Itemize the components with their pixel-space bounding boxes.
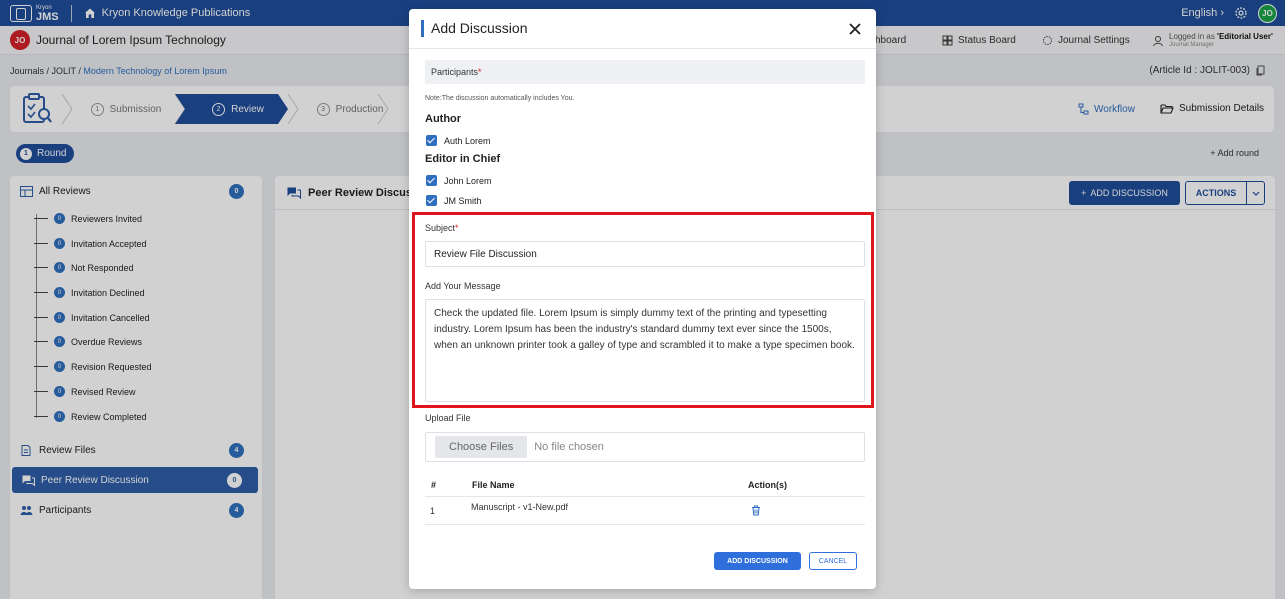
- submit-add-discussion-button[interactable]: ADD DISCUSSION: [714, 552, 801, 570]
- subject-label: Subject*: [425, 223, 459, 233]
- participant-checkbox-john-lorem[interactable]: John Lorem: [426, 175, 492, 186]
- participants-label: Participants: [431, 67, 479, 77]
- group-author-title: Author: [425, 113, 462, 125]
- no-file-text: No file chosen: [534, 441, 604, 453]
- participant-checkbox-auth-lorem[interactable]: Auth Lorem: [426, 135, 491, 146]
- cancel-button[interactable]: CANCEL: [809, 552, 857, 570]
- group-editor-in-chief-title: Editor in Chief: [425, 153, 501, 165]
- checkbox-checked-icon[interactable]: [426, 175, 437, 186]
- message-label: Add Your Message: [425, 281, 501, 291]
- table-row: 1 Manuscript - v1-New.pdf: [425, 497, 865, 525]
- add-discussion-modal: Add Discussion Participants * Note:The di…: [409, 9, 876, 589]
- trash-icon: [752, 505, 760, 516]
- column-header-actions: Action(s): [748, 479, 787, 490]
- close-icon[interactable]: [848, 22, 862, 36]
- checkbox-checked-icon[interactable]: [426, 195, 437, 206]
- participant-name: John Lorem: [444, 175, 492, 186]
- choose-files-button[interactable]: Choose Files: [435, 436, 528, 458]
- upload-label: Upload File: [425, 413, 471, 423]
- subject-input[interactable]: Review File Discussion: [425, 241, 865, 267]
- required-mark: *: [478, 67, 482, 77]
- modal-header: Add Discussion: [409, 9, 876, 49]
- delete-file-button[interactable]: [751, 497, 761, 524]
- participant-name: Auth Lorem: [444, 135, 491, 146]
- participant-name: JM Smith: [444, 195, 482, 206]
- column-header-index: #: [431, 479, 437, 490]
- row-file-name[interactable]: Manuscript - v1-New.pdf: [471, 493, 568, 520]
- file-upload-input[interactable]: Choose Files No file chosen: [425, 432, 865, 462]
- modal-title: Add Discussion: [421, 20, 528, 37]
- checkbox-checked-icon[interactable]: [426, 135, 437, 146]
- participants-section-header: Participants *: [425, 60, 865, 84]
- participants-note: Note:The discussion automatically includ…: [425, 95, 575, 102]
- message-textarea[interactable]: Check the updated file. Lorem Ipsum is s…: [425, 299, 865, 402]
- participant-checkbox-jm-smith[interactable]: JM Smith: [426, 195, 482, 206]
- row-index: 1: [430, 505, 436, 516]
